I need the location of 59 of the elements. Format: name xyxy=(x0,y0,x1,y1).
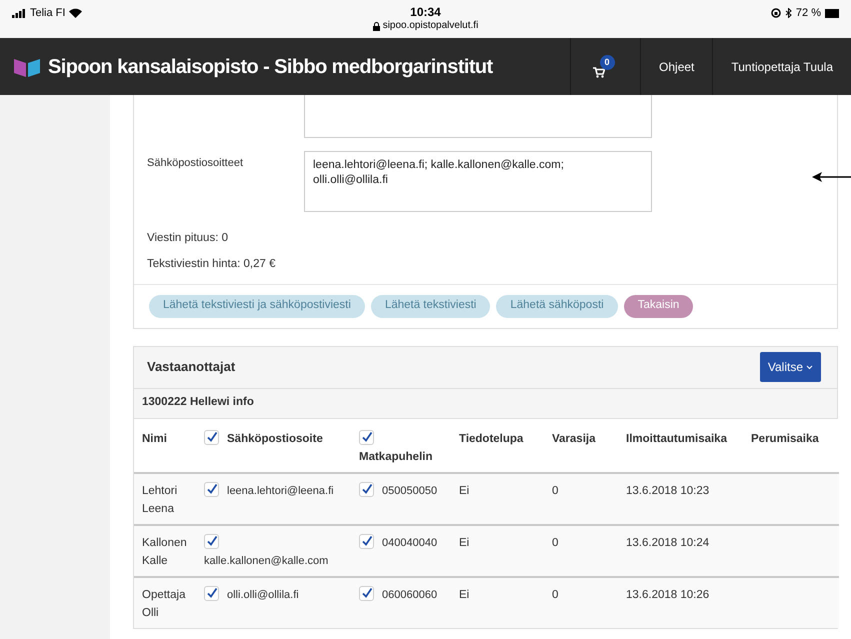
nav-link[interactable]: Ohjeet xyxy=(659,58,694,76)
message-length: Viestin pituus: 0 xyxy=(147,231,229,246)
battery-icon xyxy=(825,8,839,18)
sms-price: Tekstiviestin hinta: 0,27 € xyxy=(147,257,276,272)
wifi-icon xyxy=(69,8,82,18)
caret-icon xyxy=(806,364,813,370)
table-cell: olli.olli@ollila.fi xyxy=(196,576,351,628)
column-header: Matkapuhelin xyxy=(351,418,451,472)
table-cell: Lehtori Leena xyxy=(134,472,196,524)
field-label: Sähköpostiosoitteet xyxy=(147,156,244,171)
carrier-name: Telia FI xyxy=(30,6,66,21)
lock-icon xyxy=(372,22,380,30)
pointer-arrow xyxy=(812,171,851,183)
table-cell: 0 xyxy=(544,576,618,628)
table-cell: 0 xyxy=(544,524,618,576)
column-header: Sähköpostiosoite xyxy=(196,418,351,472)
checkbox[interactable] xyxy=(359,482,374,496)
checkbox[interactable] xyxy=(359,430,374,444)
signal-icon xyxy=(12,8,26,18)
table-cell: 13.6.2018 10:26 xyxy=(618,576,743,628)
table-cell: 060060060 xyxy=(351,576,451,628)
group-title: 1300222 Hellewi info xyxy=(142,395,254,410)
column-header: Perumisaika xyxy=(743,418,839,472)
select-dropdown-button[interactable]: Valitse xyxy=(760,352,821,382)
email-textarea[interactable]: leena.lehtori@leena.fi; kalle.kallonen@kalle.com; olli.olli@ollila.fi xyxy=(304,151,652,212)
table-cell: 040040040 xyxy=(351,524,451,576)
table-cell: leena.lehtori@leena.fi xyxy=(196,472,351,524)
column-header: Varasija xyxy=(544,418,618,472)
column-header: Ilmoittautumisaika xyxy=(618,418,743,472)
checkbox[interactable] xyxy=(359,534,374,548)
bluetooth-icon xyxy=(784,8,792,18)
table-cell: kalle.kallonen@kalle.com xyxy=(196,524,351,576)
site-title[interactable]: Sipoon kansalaisopisto - Sibbo medborgarinstitut xyxy=(48,52,493,82)
table-cell: 13.6.2018 10:24 xyxy=(618,524,743,576)
book-logo-icon xyxy=(14,56,40,76)
table-cell: Opettaja Olli xyxy=(134,576,196,628)
checkbox[interactable] xyxy=(204,482,219,496)
checkbox[interactable] xyxy=(204,430,219,444)
cart-button[interactable]: 0 xyxy=(592,55,619,78)
column-header: Nimi xyxy=(134,418,196,472)
table-cell: Ei xyxy=(451,524,544,576)
checkbox[interactable] xyxy=(204,534,219,548)
card-title: Vastaanottajat xyxy=(147,358,236,376)
battery-percentage: 72 % xyxy=(796,6,821,21)
checkbox[interactable] xyxy=(204,586,219,600)
table-cell: 0 xyxy=(544,472,618,524)
table-cell: Ei xyxy=(451,472,544,524)
nav-link[interactable]: Tuntiopettaja Tuula xyxy=(731,58,833,76)
table-cell: Kallonen Kalle xyxy=(134,524,196,576)
column-header: Tiedotelupa xyxy=(451,418,544,472)
table-cell: Ei xyxy=(451,576,544,628)
rotation-lock-icon xyxy=(770,8,781,18)
checkbox[interactable] xyxy=(359,586,374,600)
cart-icon xyxy=(592,67,605,78)
table-cell: 13.6.2018 10:23 xyxy=(618,472,743,524)
page-url: sipoo.opistopalvelut.fi xyxy=(382,19,478,33)
table-cell: 050050050 xyxy=(351,472,451,524)
cart-count-badge: 0 xyxy=(600,55,615,70)
clock-time: 10:34 xyxy=(410,5,441,19)
